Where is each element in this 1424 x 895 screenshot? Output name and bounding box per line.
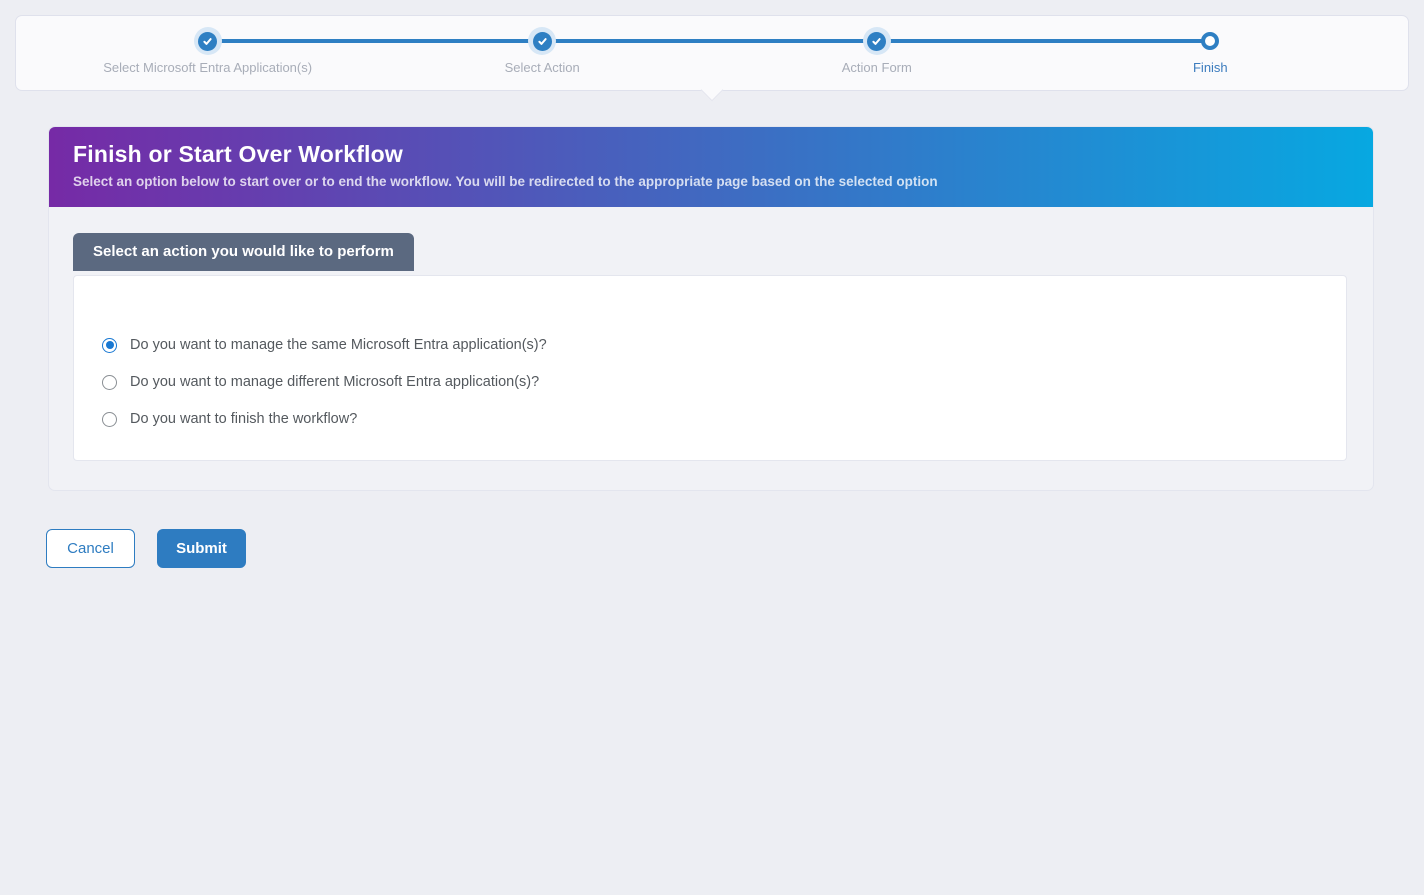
step-label: Action Form xyxy=(727,60,1027,75)
step-label: Select Action xyxy=(392,60,692,75)
stepper-caret-arrow xyxy=(701,79,724,102)
option-manage-different-applications[interactable]: Do you want to manage different Microsof… xyxy=(102,372,1318,392)
stepper-step-finish[interactable]: Finish xyxy=(1060,16,1360,75)
stepper-step-action-form[interactable]: Action Form xyxy=(727,16,1027,75)
options-panel: Do you want to manage the same Microsoft… xyxy=(73,275,1347,461)
option-finish-workflow[interactable]: Do you want to finish the workflow? xyxy=(102,409,1318,429)
step-active-ring-icon xyxy=(1201,32,1219,50)
action-select-legend: Select an action you would like to perfo… xyxy=(73,233,414,271)
stepper-step-select-action[interactable]: Select Action xyxy=(392,16,692,75)
radio-button-icon[interactable] xyxy=(102,338,117,353)
submit-button[interactable]: Submit xyxy=(157,529,246,568)
step-complete-halo xyxy=(194,27,222,55)
option-label: Do you want to manage the same Microsoft… xyxy=(130,337,547,353)
option-label: Do you want to finish the workflow? xyxy=(130,411,357,427)
workflow-stepper: Select Microsoft Entra Application(s) Se… xyxy=(15,15,1409,91)
form-actions: Cancel Submit xyxy=(46,529,246,568)
cancel-button[interactable]: Cancel xyxy=(46,529,135,568)
page-subtitle: Select an option below to start over or … xyxy=(73,174,1349,189)
option-label: Do you want to manage different Microsof… xyxy=(130,374,539,390)
finish-workflow-card: Finish or Start Over Workflow Select an … xyxy=(48,126,1374,491)
check-icon xyxy=(533,32,552,51)
step-complete-halo xyxy=(863,27,891,55)
step-marker xyxy=(392,27,692,55)
step-marker xyxy=(727,27,1027,55)
stepper-step-select-application[interactable]: Select Microsoft Entra Application(s) xyxy=(58,16,358,75)
step-complete-halo xyxy=(528,27,556,55)
step-label: Finish xyxy=(1060,60,1360,75)
card-body: Select an action you would like to perfo… xyxy=(49,207,1373,461)
radio-button-icon[interactable] xyxy=(102,375,117,390)
step-marker xyxy=(1060,27,1360,55)
check-icon xyxy=(198,32,217,51)
step-label: Select Microsoft Entra Application(s) xyxy=(58,60,358,75)
card-header: Finish or Start Over Workflow Select an … xyxy=(49,127,1373,207)
step-marker xyxy=(58,27,358,55)
radio-button-icon[interactable] xyxy=(102,412,117,427)
check-icon xyxy=(867,32,886,51)
option-manage-same-applications[interactable]: Do you want to manage the same Microsoft… xyxy=(102,335,1318,355)
page-title: Finish or Start Over Workflow xyxy=(73,141,1349,168)
